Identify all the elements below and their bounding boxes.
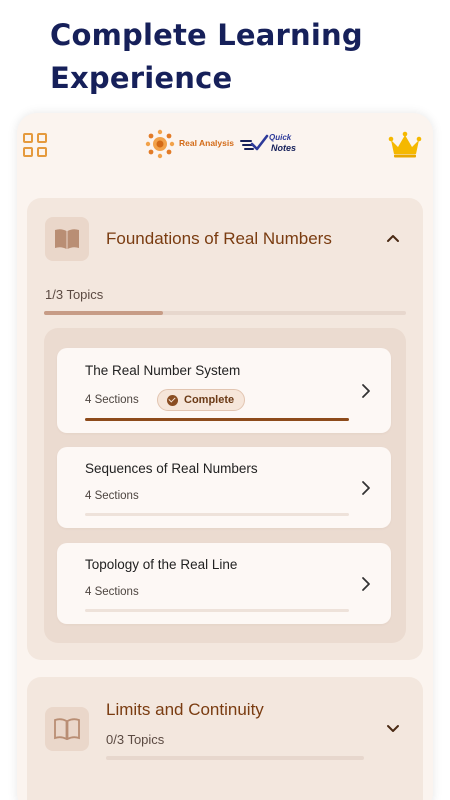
app-top-bar: Real Analysis Quick Notes <box>17 113 433 177</box>
chevron-right-icon[interactable] <box>361 383 371 399</box>
topic-title: Sequences of Real Numbers <box>85 461 258 476</box>
chevron-right-icon[interactable] <box>361 576 371 592</box>
topic-progress-bar <box>85 513 349 516</box>
status-badge-label: Complete <box>184 394 235 406</box>
crown-icon[interactable] <box>388 131 422 159</box>
topic-progress-fill <box>85 418 349 421</box>
topic-card[interactable]: Topology of the Real Line 4 Sections <box>57 543 391 624</box>
module-card: Limits and Continuity 0/3 Topics <box>27 677 423 800</box>
grid-menu-icon[interactable] <box>23 133 49 159</box>
chevron-right-icon[interactable] <box>361 480 371 496</box>
check-circle-icon <box>167 394 178 406</box>
module-progress-fill <box>44 311 164 315</box>
app-logo: Real Analysis Quick Notes <box>145 129 305 159</box>
module-book-tile <box>45 707 89 751</box>
module-card: Foundations of Real Numbers 1/3 Topics T… <box>27 198 423 660</box>
app-screen: Real Analysis Quick Notes Foundations of… <box>17 113 433 800</box>
topic-progress-bar <box>85 609 349 612</box>
topic-sections: 4 Sections <box>85 490 139 502</box>
topic-card[interactable]: The Real Number System 4 Sections Comple… <box>57 348 391 433</box>
module-progress-bar <box>106 756 364 760</box>
topic-title: Topology of the Real Line <box>85 557 238 572</box>
chevron-up-icon[interactable] <box>386 231 400 245</box>
headline-line-1: Complete Learning <box>50 18 363 52</box>
real-analysis-logo-icon <box>145 129 175 159</box>
module-progress-bar <box>44 311 406 315</box>
topic-card[interactable]: Sequences of Real Numbers 4 Sections <box>57 447 391 528</box>
module-title[interactable]: Limits and Continuity <box>106 700 264 720</box>
module-topics-count: 0/3 Topics <box>106 732 165 747</box>
logo-notes-text: Notes <box>271 143 297 153</box>
chevron-down-icon[interactable] <box>386 722 400 736</box>
open-book-icon <box>55 229 79 249</box>
topic-progress-bar <box>85 418 349 421</box>
logo-real-analysis-text: Real Analysis <box>179 138 234 148</box>
page-headline: Complete Learning Experience <box>50 14 430 100</box>
module-book-tile <box>45 217 89 261</box>
headline-line-2: Experience <box>50 61 233 95</box>
topic-sections: 4 Sections <box>85 394 139 406</box>
module-topics-count: 1/3 Topics <box>45 287 104 302</box>
open-book-icon <box>54 718 80 740</box>
status-badge: Complete <box>157 389 245 411</box>
module-title[interactable]: Foundations of Real Numbers <box>106 229 332 249</box>
topic-title: The Real Number System <box>85 363 241 378</box>
topic-sections: 4 Sections <box>85 586 139 598</box>
quick-notes-check-icon <box>240 134 269 151</box>
topics-panel: The Real Number System 4 Sections Comple… <box>44 328 406 643</box>
logo-quick-text: Quick <box>269 133 292 142</box>
